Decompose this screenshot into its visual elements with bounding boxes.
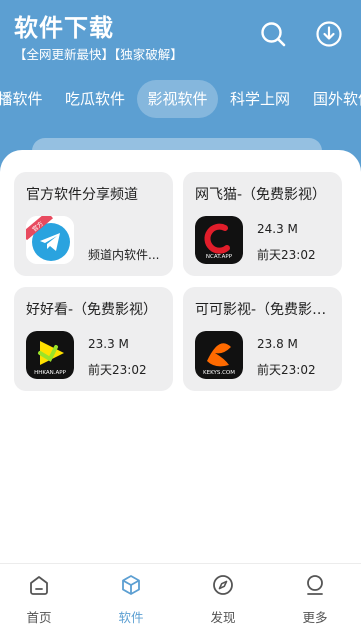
app-card-channel[interactable]: 官方软件分享频道 官方 频道内软件... xyxy=(14,172,173,276)
download-icon[interactable] xyxy=(315,20,343,48)
keke-icon: KEKYS.COM xyxy=(195,331,243,379)
tab-foreign[interactable]: 国外软件 xyxy=(308,80,361,118)
page-subtitle: 【全网更新最快】【独家破解】 xyxy=(14,47,183,62)
app-title: 好好看-（免费影视） xyxy=(26,302,158,318)
nav-label: 软件 xyxy=(118,610,144,625)
nav-label: 更多 xyxy=(302,610,328,625)
nav-label: 首页 xyxy=(26,610,52,625)
box-icon xyxy=(120,574,142,596)
tab-video[interactable]: 影视软件 xyxy=(137,80,218,118)
telegram-icon: 官方 xyxy=(26,216,74,264)
app-time: 前天23:02 xyxy=(88,363,147,377)
app-info: 频道内软件... xyxy=(88,248,160,262)
ncat-icon: NCAT.APP xyxy=(195,216,243,264)
app-card-hhkan[interactable]: 好好看-（免费影视） HHKAN.APP 23.3 M 前天23:02 xyxy=(14,287,173,391)
compass-icon xyxy=(212,574,234,596)
nav-home[interactable]: 首页 xyxy=(0,564,84,628)
app-time: 前天23:02 xyxy=(257,248,316,262)
nav-label: 发现 xyxy=(210,610,236,625)
tab-gossip[interactable]: 吃瓜软件 xyxy=(60,80,130,118)
app-title: 网飞猫-（免费影视） xyxy=(195,187,327,203)
nav-more[interactable]: 更多 xyxy=(270,564,360,628)
tab-vpn[interactable]: 科学上网 xyxy=(225,80,295,118)
app-header: 软件下载 【全网更新最快】【独家破解】 播软件 吃瓜软件 影视软件 科学上网 国… xyxy=(0,0,361,175)
page-title: 软件下载 xyxy=(14,14,114,42)
search-icon[interactable] xyxy=(259,20,287,48)
app-title: 可可影视-（免费影视） xyxy=(195,302,337,318)
user-icon xyxy=(304,574,326,596)
home-icon xyxy=(28,574,50,596)
tab-live[interactable]: 播软件 xyxy=(0,80,46,118)
app-list: 官方软件分享频道 官方 频道内软件... 网飞猫-（免费影视） NCAT.APP xyxy=(0,150,361,570)
icon-caption: HHKAN.APP xyxy=(34,370,66,376)
icon-caption: KEKYS.COM xyxy=(203,370,235,376)
nav-software[interactable]: 软件 xyxy=(86,564,176,628)
app-size: 24.3 M xyxy=(257,222,298,236)
app-time: 前天23:02 xyxy=(257,363,316,377)
app-card-ncat[interactable]: 网飞猫-（免费影视） NCAT.APP 24.3 M 前天23:02 xyxy=(183,172,342,276)
app-title: 官方软件分享频道 xyxy=(26,187,138,203)
app-size: 23.8 M xyxy=(257,337,298,351)
app-card-keke[interactable]: 可可影视-（免费影视） KEKYS.COM 23.8 M 前天23:02 xyxy=(183,287,342,391)
nav-discover[interactable]: 发现 xyxy=(178,564,268,628)
app-size: 23.3 M xyxy=(88,337,129,351)
hhkan-icon: HHKAN.APP xyxy=(26,331,74,379)
category-tabs: 播软件 吃瓜软件 影视软件 科学上网 国外软件 xyxy=(0,80,361,118)
icon-caption: NCAT.APP xyxy=(206,254,233,260)
bottom-nav: 首页 软件 发现 更多 xyxy=(0,563,361,628)
